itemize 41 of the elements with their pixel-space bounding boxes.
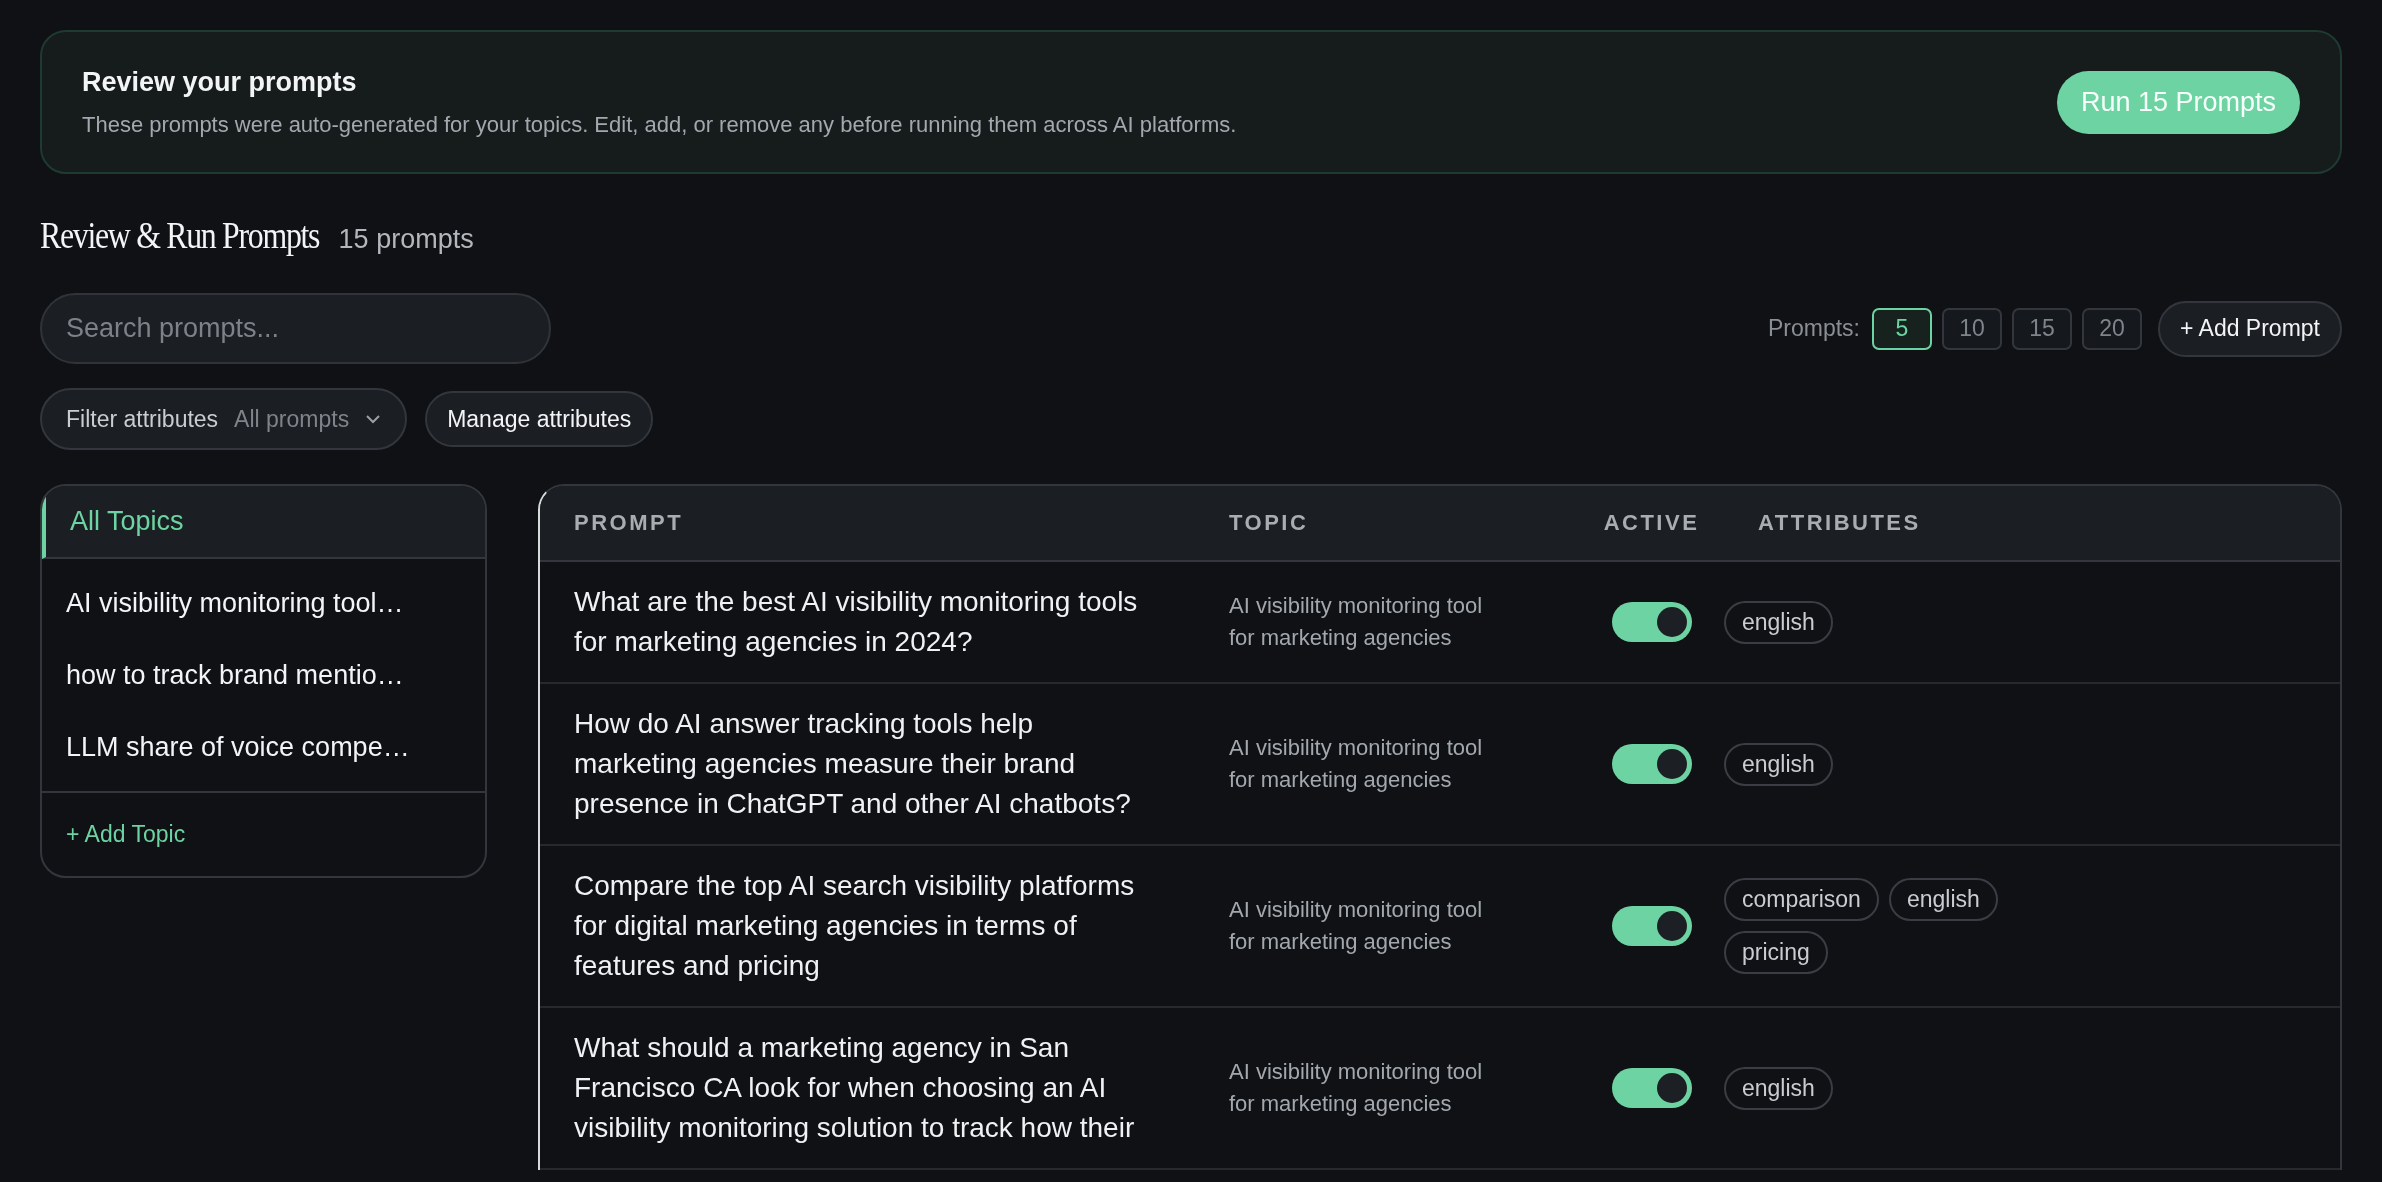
- topic-text: AI visibility monitoring tool for marketing agencies: [1228, 1058, 1484, 1118]
- banner-description: These prompts were auto-generated for your topics. Edit, add, or remove any before running them across AI platforms.: [82, 111, 1237, 138]
- attribute-tag: english: [1724, 1066, 1833, 1110]
- filter-attributes-dropdown[interactable]: Filter attributes All prompts: [40, 388, 408, 450]
- page-size-option[interactable]: 20: [2082, 307, 2142, 350]
- search-field[interactable]: Search prompts...: [40, 293, 551, 364]
- chevron-down-icon: [365, 414, 382, 424]
- add-prompt-button[interactable]: + Add Prompt: [2158, 300, 2342, 357]
- page-size-label: Prompts:: [1767, 315, 1860, 342]
- prompt-text: What are the best AI visibility monitoring tools for marketing agencies in 2024?: [573, 585, 1139, 659]
- topic-item[interactable]: All Topics: [42, 486, 485, 559]
- active-toggle[interactable]: [1611, 1068, 1692, 1108]
- attribute-tag: english: [1888, 878, 1998, 921]
- attribute-tag: english: [1724, 600, 1833, 644]
- column-header: ACTIVE: [1602, 509, 1701, 537]
- attribute-tag: pricing: [1724, 931, 1828, 974]
- page-size-option[interactable]: 10: [1942, 307, 2002, 350]
- active-toggle[interactable]: [1611, 602, 1692, 642]
- column-header: PROMPT: [573, 509, 685, 537]
- attribute-tag: english: [1724, 742, 1833, 786]
- topic-item[interactable]: LLM share of voice compe…: [42, 711, 485, 783]
- topic-item[interactable]: how to track brand mentio…: [42, 639, 485, 711]
- prompt-text: How do AI answer tracking tools help marketing agencies measure their brand presence in ChatGPT and other AI chatbots?: [573, 707, 1132, 821]
- topic-text: AI visibility monitoring tool for marketing agencies: [1228, 592, 1484, 652]
- column-header: TOPIC: [1228, 509, 1310, 537]
- prompt-text: Compare the top AI search visibility platforms for digital marketing agencies in terms of features and pricing: [573, 869, 1136, 983]
- prompt-count: 15 prompts: [338, 224, 474, 255]
- prompt-text: What should a marketing agency in San Francisco CA look for when choosing an AI visibility monitoring solution to track how their: [573, 1031, 1136, 1145]
- page-size-option[interactable]: 5: [1872, 307, 1932, 350]
- topic-text: AI visibility monitoring tool for marketing agencies: [1228, 896, 1484, 956]
- column-header: ATTRIBUTES: [1757, 509, 1922, 537]
- topic-text: AI visibility monitoring tool for marketing agencies: [1228, 734, 1484, 794]
- topic-item[interactable]: AI visibility monitoring tool…: [42, 567, 485, 639]
- active-toggle[interactable]: [1611, 744, 1692, 784]
- attribute-tag: comparison: [1724, 878, 1879, 921]
- page-title: Review & Run Prompts: [40, 214, 320, 257]
- banner-title: Review your prompts: [82, 66, 358, 98]
- add-topic-button[interactable]: + Add Topic: [42, 793, 210, 876]
- active-toggle[interactable]: [1611, 906, 1692, 946]
- page-size-option[interactable]: 15: [2012, 307, 2072, 350]
- manage-attributes-button[interactable]: Manage attributes: [425, 391, 654, 447]
